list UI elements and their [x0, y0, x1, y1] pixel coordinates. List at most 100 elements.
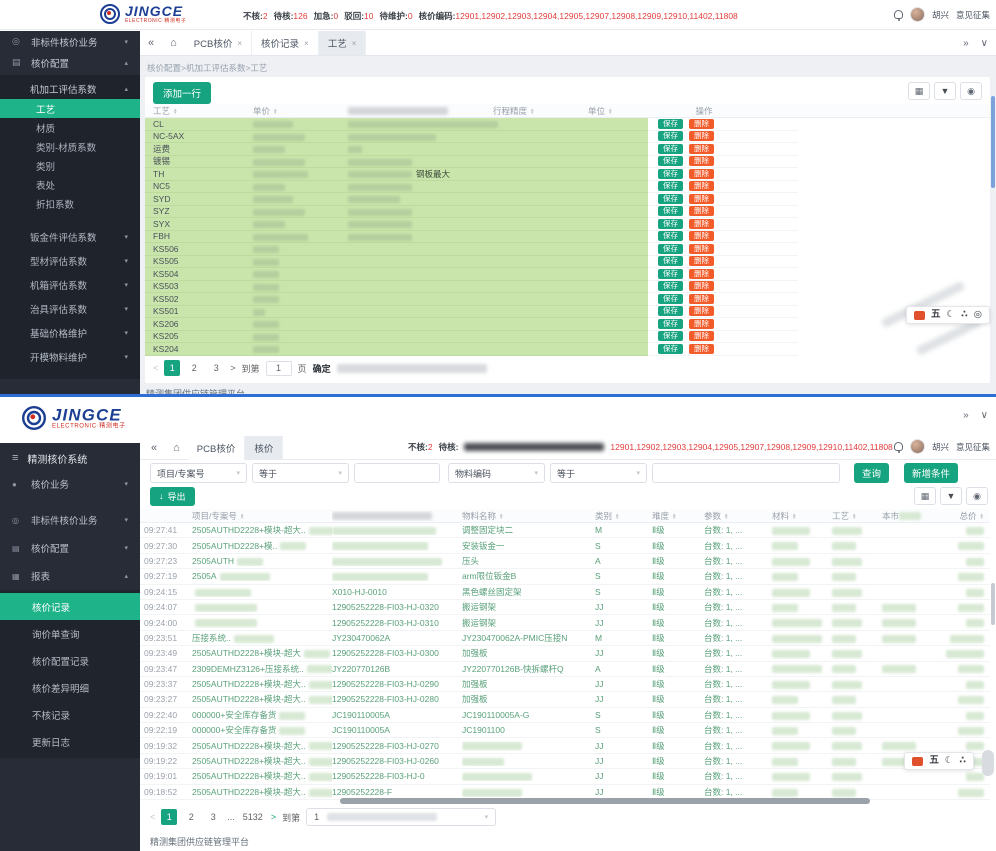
filter-field-select[interactable]: 项目/专案号▾ [150, 463, 247, 483]
table-row[interactable]: 09:27:19 2505A arm限位钣金B S Ⅱ级 台数: 1, ... [140, 569, 990, 584]
sort-icon[interactable]: ▲▼ [608, 108, 612, 115]
delete-button[interactable]: 删除 [689, 119, 714, 129]
sort-icon[interactable]: ▲▼ [173, 108, 177, 115]
scrollbar-thumb[interactable] [991, 583, 995, 625]
sidebar-group[interactable]: ◎ 非标件核价业务 ▾ [0, 31, 140, 52]
table-row[interactable]: 09:23:47 2309DEMHZ3126+压接系统.. JY22077012… [140, 662, 990, 677]
sidebar-group-collapsed[interactable]: 治具评估系数 ▾ [0, 297, 140, 321]
delete-button[interactable]: 删除 [689, 181, 714, 191]
sort-icon[interactable]: ▲▼ [240, 513, 244, 520]
home-icon[interactable]: ⌂ [173, 442, 180, 454]
table-row[interactable]: 09:23:49 2505AUTHD2228+模块-超大 12905252228… [140, 646, 990, 661]
prev-page-icon[interactable]: < [150, 812, 155, 822]
extension-icon[interactable] [912, 757, 923, 766]
filter-operator-select[interactable]: 等于▾ [252, 463, 349, 483]
sort-icon[interactable]: ▲▼ [615, 513, 619, 520]
sidebar-brand[interactable]: ≡ 精测核价系统 [0, 446, 140, 470]
print-icon[interactable]: ◉ [966, 487, 988, 505]
delete-button[interactable]: 删除 [689, 131, 714, 141]
sidebar-item[interactable]: 不核记录 [0, 701, 140, 728]
table-row[interactable]: 09:23:37 2505AUTHD2228+模块-超大.. 129052522… [140, 677, 990, 692]
sort-icon[interactable]: ▲▼ [792, 513, 796, 520]
collapse-sidebar-icon[interactable]: « [151, 442, 157, 454]
delete-button[interactable]: 删除 [689, 144, 714, 154]
sidebar-group-collapsed[interactable]: 机箱评估系数 ▾ [0, 273, 140, 297]
table-row[interactable]: KS501 保存 删除 [145, 306, 990, 319]
table-row[interactable]: KS206 保存 删除 [145, 318, 990, 331]
sidebar-item[interactable]: 核价差异明细 [0, 674, 140, 701]
table-row[interactable]: 09:19:32 2505AUTHD2228+模块-超大.. 129052522… [140, 738, 990, 753]
moon-icon[interactable]: ☾ [947, 310, 956, 320]
sort-icon[interactable]: ▲▼ [980, 513, 984, 520]
delete-button[interactable]: 删除 [689, 344, 714, 354]
next-page-icon[interactable]: > [271, 812, 276, 822]
page-button[interactable]: 1 [164, 360, 180, 376]
sidebar-item[interactable]: 材质 [0, 118, 140, 137]
filter-field-select[interactable]: 物料编码▾ [448, 463, 545, 483]
sidebar-item[interactable]: 更新日志 [0, 728, 140, 755]
table-row[interactable]: CL 保存 删除 [145, 118, 990, 131]
add-condition-button[interactable]: 新增条件 [904, 463, 958, 483]
search-button[interactable]: 查询 [854, 463, 889, 483]
sidebar-group[interactable]: ▤ 核价配置 ▴ [0, 52, 140, 73]
table-row[interactable]: KS506 保存 删除 [145, 243, 990, 256]
scrollbar-thumb[interactable] [991, 96, 995, 188]
save-button[interactable]: 保存 [658, 269, 683, 279]
tab[interactable]: 工艺 × [319, 31, 367, 55]
save-button[interactable]: 保存 [658, 144, 683, 154]
translate-icon[interactable]: 五 [929, 756, 939, 766]
moon-icon[interactable]: ☾ [945, 756, 954, 766]
dots-icon[interactable]: ∴ [961, 310, 968, 320]
delete-button[interactable]: 删除 [689, 169, 714, 179]
tab[interactable]: PCB核价 [188, 436, 246, 460]
tabs-forward-icon[interactable]: » [963, 38, 969, 49]
bell-icon[interactable] [894, 442, 903, 451]
prev-page-icon[interactable]: < [153, 363, 158, 373]
export-icon[interactable]: ▼ [934, 82, 956, 100]
filter-operator-select[interactable]: 等于▾ [550, 463, 647, 483]
save-button[interactable]: 保存 [658, 194, 683, 204]
home-icon[interactable]: ⌂ [170, 37, 177, 49]
tabs-collapse-icon[interactable]: ∨ [981, 410, 988, 421]
delete-button[interactable]: 删除 [689, 281, 714, 291]
delete-button[interactable]: 删除 [689, 256, 714, 266]
sort-icon[interactable]: ▲▼ [499, 513, 503, 520]
export-icon[interactable]: ▼ [940, 487, 962, 505]
collapse-sidebar-icon[interactable]: « [148, 37, 154, 49]
add-row-button[interactable]: 添加一行 [153, 82, 211, 104]
confirm-button[interactable]: 确定 [313, 362, 331, 375]
sidebar-group[interactable]: ▦ 报表 ▴ [0, 562, 140, 590]
horizontal-scrollbar[interactable] [340, 798, 870, 804]
delete-button[interactable]: 删除 [689, 219, 714, 229]
table-row[interactable]: SYX 保存 删除 [145, 218, 990, 231]
sidebar-item[interactable]: 类别 [0, 156, 140, 175]
page-button[interactable]: 1 [161, 809, 177, 825]
sidebar-group-collapsed[interactable]: 钣金件评估系数 ▾ [0, 225, 140, 249]
delete-button[interactable]: 删除 [689, 269, 714, 279]
sort-icon[interactable]: ▲▼ [273, 108, 277, 115]
table-row[interactable]: 09:19:01 2505AUTHD2228+模块-超大.. 129052522… [140, 769, 990, 784]
sidebar-item[interactable]: 表处 [0, 175, 140, 194]
table-row[interactable]: TH 钢板最大 保存 删除 [145, 168, 990, 181]
page-button[interactable]: 3 [208, 360, 224, 376]
table-row[interactable]: 09:24:15 X010-HJ-0010 黑色螺丝固定架 S Ⅱ级 台数: 1… [140, 585, 990, 600]
tab[interactable]: PCB核价 × [185, 31, 252, 55]
sidebar-group-collapsed[interactable]: 基础价格维护 ▾ [0, 321, 140, 345]
table-row[interactable]: KS505 保存 删除 [145, 256, 990, 269]
table-row[interactable]: SYD 保存 删除 [145, 193, 990, 206]
save-button[interactable]: 保存 [658, 231, 683, 241]
sidebar-item[interactable]: 工艺 [0, 99, 140, 118]
bell-icon[interactable] [894, 10, 903, 19]
sidebar-item[interactable]: 类别-材质系数 [0, 137, 140, 156]
extension-icon[interactable] [914, 311, 925, 320]
table-row[interactable]: SYZ 保存 删除 [145, 206, 990, 219]
table-row[interactable]: 09:23:27 2505AUTHD2228+模块-超大.. 129052522… [140, 692, 990, 707]
tabs-forward-icon[interactable]: » [963, 410, 969, 421]
table-row[interactable]: 09:22:40 000000+安全库存备货 JC190110005A JC19… [140, 708, 990, 723]
save-button[interactable]: 保存 [658, 169, 683, 179]
save-button[interactable]: 保存 [658, 344, 683, 354]
delete-button[interactable]: 删除 [689, 319, 714, 329]
sidebar-item[interactable]: 询价单查询 [0, 620, 140, 647]
table-row[interactable]: 09:23:51 压接系统.. JY230470062A JY230470062… [140, 631, 990, 646]
tab[interactable]: 核价 [245, 436, 283, 460]
